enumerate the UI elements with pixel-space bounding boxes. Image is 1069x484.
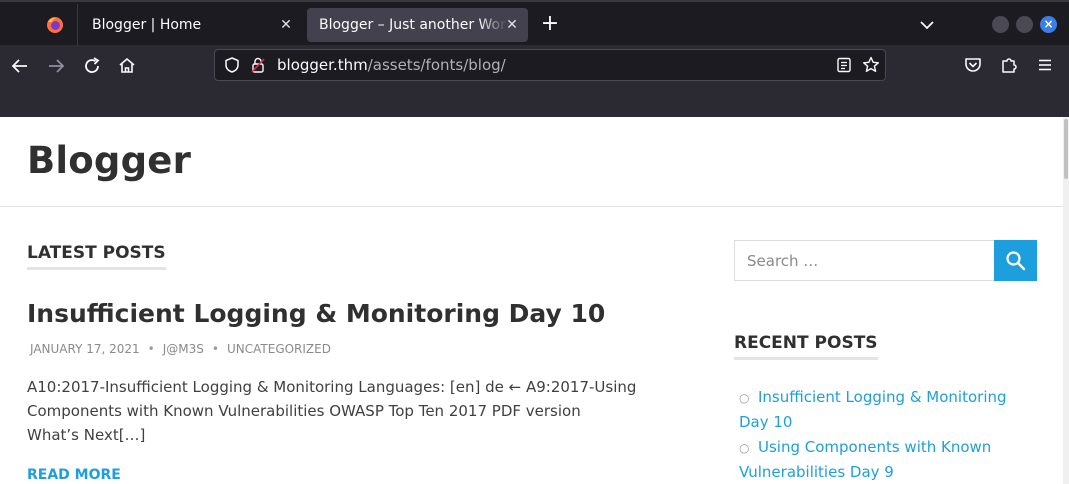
meta-separator-dot: • bbox=[147, 342, 155, 356]
site-title-link[interactable]: Blogger bbox=[27, 139, 191, 182]
address-bar[interactable]: blogger.thm/assets/fonts/blog/ bbox=[214, 49, 886, 81]
post-date-link[interactable]: JANUARY 17, 2021 bbox=[30, 342, 140, 356]
tracking-protection-shield-icon[interactable] bbox=[223, 56, 241, 74]
search-field-wrapper bbox=[734, 240, 995, 281]
post-category-link[interactable]: UNCATEGORIZED bbox=[227, 342, 331, 356]
tab-blogger-site[interactable]: Blogger – Just another WordPress site ✕ bbox=[307, 8, 528, 42]
pocket-icon[interactable] bbox=[962, 54, 984, 76]
read-more-link[interactable]: READ MORE bbox=[27, 467, 121, 483]
close-window-button[interactable]: × bbox=[1040, 16, 1057, 33]
bullet-circle-icon: ○ bbox=[739, 391, 750, 405]
search-icon bbox=[1006, 251, 1026, 271]
web-page: Blogger LATEST POSTS Insufficient Loggin… bbox=[0, 117, 1069, 484]
bullet-circle-icon: ○ bbox=[739, 441, 750, 455]
insecure-lock-icon[interactable] bbox=[249, 56, 267, 74]
search-input[interactable] bbox=[735, 241, 994, 280]
extensions-puzzle-icon[interactable] bbox=[998, 54, 1020, 76]
firefox-view-button[interactable] bbox=[0, 4, 78, 47]
recent-post-link[interactable]: Using Components with Known Vulnerabilit… bbox=[739, 438, 991, 481]
maximize-window-button[interactable] bbox=[1016, 16, 1033, 33]
home-icon[interactable] bbox=[115, 54, 139, 78]
bookmark-star-icon[interactable] bbox=[861, 55, 881, 75]
hamburger-menu-icon[interactable] bbox=[1034, 54, 1056, 76]
firefox-icon bbox=[47, 17, 63, 33]
tab-title: Blogger | Home bbox=[92, 17, 202, 33]
tab-strip: Blogger | Home ✕ Blogger – Just another … bbox=[0, 0, 1069, 47]
url-host: blogger.thm bbox=[277, 56, 368, 74]
list-item: ○ Using Components with Known Vulnerabili… bbox=[739, 435, 1029, 484]
url-path: /assets/fonts/blog/ bbox=[367, 56, 506, 74]
url-text[interactable]: blogger.thm/assets/fonts/blog/ bbox=[277, 50, 506, 80]
scrollbar-thumb[interactable] bbox=[1064, 119, 1068, 179]
tab-list-chevron-down-icon[interactable] bbox=[916, 14, 938, 36]
search-submit-button[interactable] bbox=[994, 240, 1037, 281]
reload-icon[interactable] bbox=[80, 54, 104, 78]
meta-separator-dot: • bbox=[211, 342, 219, 356]
post-meta: JANUARY 17, 2021 • J@M3S • UNCATEGORIZED bbox=[30, 342, 331, 356]
tab-blogger-home[interactable]: Blogger | Home ✕ bbox=[80, 8, 302, 42]
reader-view-icon[interactable] bbox=[835, 56, 853, 74]
tab-close-icon[interactable]: ✕ bbox=[278, 8, 294, 42]
post-title-link[interactable]: Insufficient Logging & Monitoring Day 10 bbox=[27, 299, 605, 328]
post-author-link[interactable]: J@M3S bbox=[163, 342, 204, 356]
tab-title: Blogger – Just another WordPress site bbox=[319, 17, 507, 33]
minimize-window-button[interactable] bbox=[992, 16, 1009, 33]
forward-arrow-icon[interactable] bbox=[44, 54, 68, 78]
post-excerpt: A10:2017-Insufficient Logging & Monitori… bbox=[27, 378, 637, 444]
new-tab-plus-icon[interactable]: + bbox=[537, 12, 563, 38]
recent-post-link[interactable]: Insufficient Logging & Monitoring Day 10 bbox=[739, 388, 1007, 431]
site-header: Blogger bbox=[0, 117, 1063, 207]
tab-close-icon[interactable]: ✕ bbox=[504, 8, 520, 42]
recent-posts-list: ○ Insufficient Logging & Monitoring Day 1… bbox=[739, 385, 1029, 484]
recent-posts-heading: RECENT POSTS bbox=[734, 333, 878, 360]
list-item: ○ Insufficient Logging & Monitoring Day 1… bbox=[739, 385, 1029, 434]
latest-posts-heading: LATEST POSTS bbox=[27, 243, 166, 270]
page-scrollbar[interactable] bbox=[1063, 117, 1069, 484]
back-arrow-icon[interactable] bbox=[8, 54, 32, 78]
browser-chrome: Blogger | Home ✕ Blogger – Just another … bbox=[0, 0, 1069, 117]
